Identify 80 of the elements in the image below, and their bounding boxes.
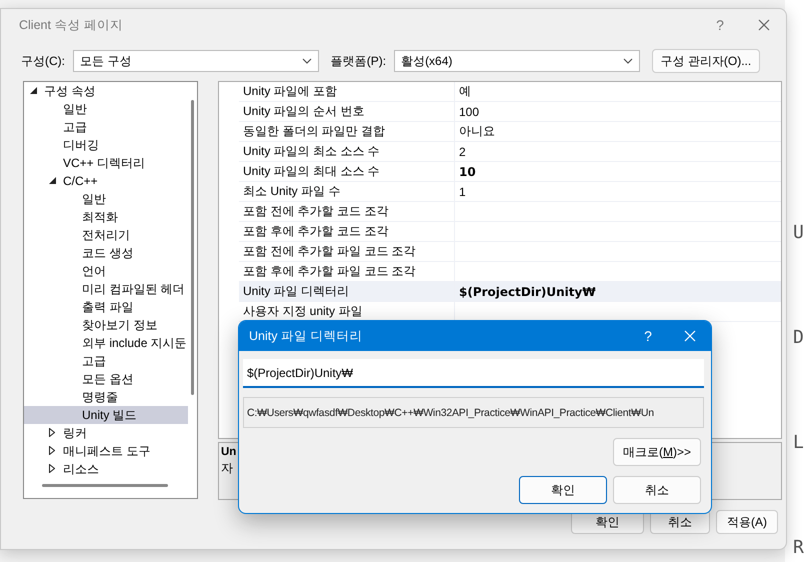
platform-dropdown[interactable]: 활성(x64) — [394, 50, 640, 72]
tree-item[interactable]: 미리 컴파일된 헤더 — [24, 280, 188, 298]
tree-item[interactable]: 구성 속성 — [24, 82, 188, 100]
tree-item[interactable]: C/C++ — [24, 172, 188, 190]
property-name: 포함 전에 추가할 코드 조각 — [239, 202, 455, 221]
tree-item[interactable]: VC++ 디렉터리 — [24, 154, 188, 172]
property-row[interactable]: Unity 파일의 순서 번호 100 — [239, 102, 781, 122]
help-button[interactable]: ? — [627, 321, 669, 351]
property-row[interactable]: 포함 전에 추가할 코드 조각 — [239, 202, 781, 222]
tree-item[interactable]: 언어 — [24, 262, 188, 280]
close-icon[interactable] — [758, 19, 770, 31]
chevron-down-icon — [302, 58, 312, 64]
tree-item[interactable]: 일반 — [24, 100, 188, 118]
config-label: 구성(C): — [21, 52, 65, 70]
property-value: 2 — [458, 144, 466, 160]
expanded-triangle-icon[interactable] — [49, 176, 56, 184]
property-name: Unity 파일의 최소 소스 수 — [239, 142, 455, 161]
property-row[interactable]: Unity 파일에 포함 예 — [239, 82, 781, 102]
help-button[interactable]: ? — [698, 9, 742, 41]
property-name: 포함 전에 추가할 파일 코드 조각 — [239, 242, 455, 261]
property-value: 아니요 — [458, 123, 495, 140]
input-field[interactable]: $(ProjectDir)Unity₩ — [243, 359, 704, 388]
property-row[interactable]: Unity 파일 디렉터리 $(ProjectDir)Unity₩ — [239, 282, 781, 302]
property-value: 1 — [458, 184, 466, 200]
property-row[interactable]: 포함 전에 추가할 파일 코드 조각 — [239, 242, 781, 262]
macro-button[interactable]: 매크로(M)>> — [613, 438, 701, 466]
ok-button[interactable]: 확인 — [519, 476, 607, 504]
property-row[interactable]: 동일한 폴더의 파일만 결합 아니요 — [239, 122, 781, 142]
scrollbar[interactable] — [42, 484, 168, 487]
tree-item[interactable]: 고급 — [24, 352, 188, 370]
property-value: 100 — [458, 104, 480, 120]
property-row[interactable]: Unity 파일의 최대 소스 수 10 — [239, 162, 781, 182]
tree-item[interactable]: 링커 — [24, 424, 188, 442]
property-name: 동일한 폴더의 파일만 결합 — [239, 122, 455, 141]
property-row[interactable]: 포함 후에 추가할 파일 코드 조각 — [239, 262, 781, 282]
code-text: L — [793, 432, 804, 453]
tree-item[interactable]: 매니페스트 도구 — [24, 442, 188, 460]
tree-item[interactable]: 찾아보기 정보 — [24, 316, 188, 334]
expanded-triangle-icon[interactable] — [30, 86, 37, 94]
tree-item[interactable]: 명령줄 — [24, 388, 188, 406]
platform-label: 플랫폼(P): — [330, 52, 386, 70]
property-row[interactable]: 최소 Unity 파일 수 1 — [239, 182, 781, 202]
property-row[interactable]: Unity 파일의 최소 소스 수 2 — [239, 142, 781, 162]
cancel-button[interactable]: 취소 — [613, 476, 701, 504]
property-name: Unity 파일에 포함 — [239, 82, 455, 101]
modal-title: Unity 파일 디렉터리 — [249, 328, 364, 344]
tree-item[interactable]: 일반 — [24, 190, 188, 208]
code-text: U — [793, 222, 804, 243]
code-text: D — [793, 327, 804, 348]
tree-item[interactable]: 코드 생성 — [24, 244, 188, 262]
tree-item[interactable]: Unity 빌드 — [24, 406, 188, 424]
tree-item[interactable]: 출력 파일 — [24, 298, 188, 316]
property-name: Unity 파일의 최대 소스 수 — [239, 162, 455, 181]
property-name: 포함 후에 추가할 파일 코드 조각 — [239, 262, 455, 281]
tree-item[interactable]: 디버깅 — [24, 136, 188, 154]
tree-item[interactable]: 고급 — [24, 118, 188, 136]
tree-item[interactable]: 리소스 — [24, 460, 188, 478]
scrollbar[interactable] — [191, 100, 194, 395]
description-title: Un — [221, 446, 236, 458]
code-text: R — [793, 537, 804, 558]
property-value: 10 — [458, 164, 476, 180]
property-row[interactable]: 포함 후에 추가할 코드 조각 — [239, 222, 781, 242]
config-manager-button[interactable]: 구성 관리자(O)... — [652, 49, 760, 73]
property-row[interactable]: 사용자 지정 unity 파일 — [239, 302, 781, 322]
window-title: Client 속성 페이지 — [19, 16, 124, 34]
property-name: Unity 파일 디렉터리 — [239, 282, 455, 301]
dialog-button[interactable]: 적용(A) — [716, 510, 778, 534]
tree-item[interactable]: 외부 include 지시둔 — [24, 334, 188, 352]
description-text: 자 — [221, 460, 233, 478]
property-name: 최소 Unity 파일 수 — [239, 182, 455, 201]
property-value: 예 — [458, 83, 471, 100]
property-name: 포함 후에 추가할 코드 조각 — [239, 222, 455, 241]
chevron-down-icon — [622, 58, 633, 64]
tree-item[interactable]: 모든 옵션 — [24, 370, 188, 388]
tree-item[interactable]: 전처리기 — [24, 226, 188, 244]
config-dropdown[interactable]: 모든 구성 — [73, 50, 319, 72]
property-value: $(ProjectDir)Unity₩ — [458, 284, 596, 301]
tree-item[interactable]: 최적화 — [24, 208, 188, 226]
property-name: Unity 파일의 순서 번호 — [239, 102, 455, 121]
evaluated-path-field: C:₩Users₩qwfasdf₩Desktop₩C++₩Win32API_Practice₩WinAPI_Practice₩Client₩Un — [243, 397, 704, 428]
